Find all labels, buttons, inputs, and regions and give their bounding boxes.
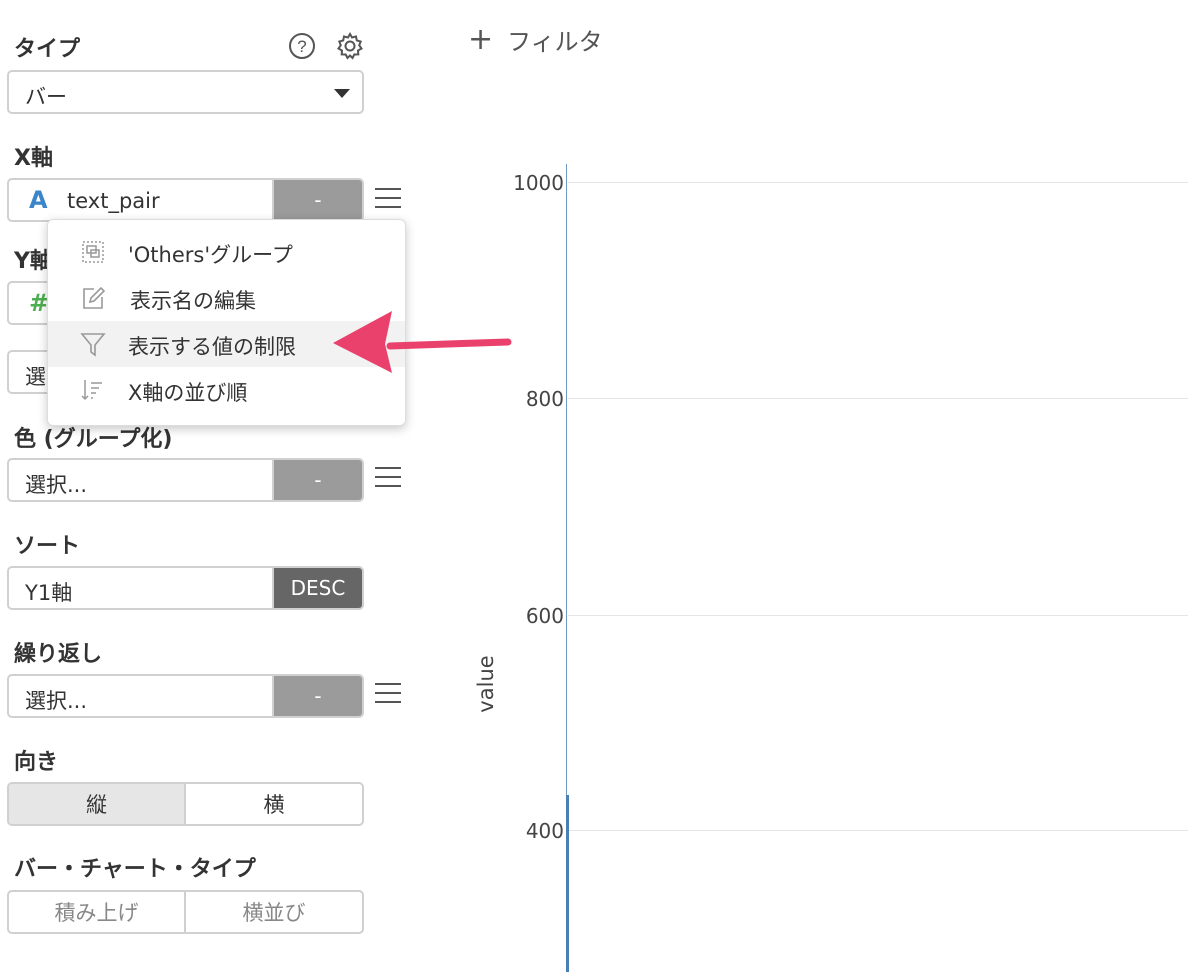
x-axis-field[interactable]: A text_pair - [7,178,364,222]
chevron-down-icon [334,89,350,98]
sort-field[interactable]: Y1軸 DESC [7,566,364,610]
bar-type-side-button[interactable]: 横並び [186,892,362,932]
y-axis-title: value [474,655,498,713]
grid-line [568,830,1188,831]
color-field[interactable]: 選択... - [7,458,364,502]
filter-icon [80,331,106,357]
gear-icon[interactable] [335,31,365,61]
repeat-agg-button[interactable]: - [272,676,362,716]
menu-item-label: 表示名の編集 [130,289,256,313]
sort-icon [80,377,106,403]
y-tick-label: 600 [525,604,564,628]
add-filter-button[interactable]: + フィルタ [468,21,603,57]
y-tick-label: 1000 [513,171,564,195]
menu-item-others-group[interactable]: 'Others'グループ [48,229,405,275]
filter-label: フィルタ [507,27,603,56]
y-axis-select-partial: 選 [25,365,46,389]
color-agg-button[interactable]: - [272,460,362,500]
repeat-label: 繰り返し [14,642,103,667]
orientation-label: 向き [14,750,59,775]
x-axis-menu-icon[interactable] [375,188,401,215]
type-select-value: バー [25,85,67,109]
text-type-icon: A [29,186,48,214]
svg-text:?: ? [297,37,306,56]
type-select[interactable]: バー [7,70,364,114]
grid-line [568,182,1188,183]
x-axis-agg-button[interactable]: - [272,180,362,220]
color-field-value: 選択... [25,473,88,497]
y-tick-label: 800 [525,387,564,411]
sort-label: ソート [14,534,81,559]
sort-order-button[interactable]: DESC [272,568,362,608]
orientation-horizontal-button[interactable]: 横 [186,784,362,824]
plus-icon: + [468,21,494,57]
y-tick-label: 400 [525,819,564,843]
sort-field-value: Y1軸 [25,581,73,605]
grid-line [568,398,1188,399]
x-axis-label: X軸 [14,146,53,171]
menu-item-label: 'Others'グループ [128,243,293,267]
menu-item-label: 表示する値の制限 [128,335,296,359]
group-box-icon [80,239,106,265]
bar-type-toggle: 積み上げ 横並び [7,890,364,934]
help-icon[interactable]: ? [288,32,316,60]
repeat-field[interactable]: 選択... - [7,674,364,718]
orientation-vertical-button[interactable]: 縦 [9,784,186,824]
grid-line [568,615,1188,616]
repeat-menu-icon[interactable] [375,683,401,710]
repeat-field-value: 選択... [25,689,88,713]
edit-icon [80,285,106,311]
x-axis-field-value: text_pair [67,189,160,213]
color-menu-icon[interactable] [375,467,401,494]
annotation-arrow [330,305,512,377]
orientation-toggle: 縦 横 [7,782,364,826]
type-label: タイプ [14,37,81,62]
bar-edge [566,795,569,972]
menu-item-label: X軸の並び順 [128,381,248,405]
bar-type-label: バー・チャート・タイプ [14,857,256,882]
bar-type-stacked-button[interactable]: 積み上げ [9,892,186,932]
